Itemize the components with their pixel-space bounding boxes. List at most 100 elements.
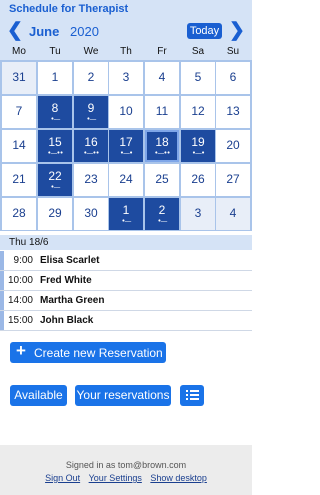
weekday-label: Fr (157, 46, 167, 57)
day-number: 11 (155, 104, 169, 118)
day-number: 24 (119, 172, 133, 186)
day-number: 17 (119, 135, 133, 149)
day-number: 1 (51, 70, 59, 84)
appointment-time: 10:00 (7, 275, 33, 286)
calendar-day[interactable]: 20 (216, 130, 250, 162)
calendar-day[interactable]: 13 (216, 96, 250, 128)
calendar-day[interactable]: 3 (181, 198, 215, 230)
calendar-day[interactable]: 7 (2, 96, 36, 128)
calendar-day[interactable]: 11 (145, 96, 179, 128)
day-number: 16 (84, 135, 98, 149)
available-button[interactable]: Available (10, 385, 67, 406)
booking-marker-icon: •—•• (83, 149, 99, 157)
your-reservations-button[interactable]: Your reservations (75, 385, 171, 406)
day-number: 7 (15, 104, 23, 118)
day-number: 14 (12, 138, 26, 152)
day-number: 6 (229, 70, 237, 84)
appointment-time: 9:00 (13, 255, 33, 266)
appointment-marker (0, 291, 4, 310)
calendar-day[interactable]: 31 (2, 62, 36, 94)
calendar-day[interactable]: 24 (109, 164, 143, 196)
day-number: 22 (48, 169, 62, 183)
next-month-icon[interactable]: ❯ (229, 20, 245, 42)
appointment-row[interactable]: 9:00 Elisa Scarlet (0, 251, 252, 271)
day-number: 26 (191, 172, 205, 186)
day-number: 27 (226, 172, 240, 186)
calendar-day[interactable]: 1 •— (109, 198, 143, 230)
weekday-label: Tu (49, 46, 61, 57)
booking-marker-icon: •—• (119, 149, 133, 157)
calendar-day[interactable]: 1 (38, 62, 72, 94)
day-number: 15 (48, 135, 62, 149)
booking-marker-icon: •—•• (47, 149, 63, 157)
weekday-label: Th (120, 46, 132, 57)
day-number: 25 (155, 172, 169, 186)
calendar-day[interactable]: 22 •— (38, 164, 72, 196)
signed-in-text: Signed in as tom@brown.com (65, 460, 187, 470)
footer: Signed in as tom@brown.com Sign Out Your… (0, 445, 252, 495)
calendar-day[interactable]: 30 (74, 198, 108, 230)
day-number: 5 (194, 70, 202, 84)
calendar-day[interactable]: 6 (216, 62, 250, 94)
day-number: 31 (12, 70, 26, 84)
day-number: 20 (226, 138, 240, 152)
weekday-label: Su (226, 46, 240, 57)
app-title: Schedule for Therapist (9, 3, 129, 15)
plus-icon: + (16, 341, 26, 360)
create-reservation-button[interactable]: + Create new Reservation (10, 341, 166, 363)
appointment-row[interactable]: 15:00 John Black (0, 311, 252, 331)
sign-out-link[interactable]: Sign Out (45, 473, 80, 483)
calendar-day[interactable]: 2 (74, 62, 108, 94)
list-view-button[interactable] (180, 385, 204, 406)
calendar-day[interactable]: 25 (145, 164, 179, 196)
calendar-day[interactable]: 5 (181, 62, 215, 94)
calendar-day[interactable]: 19 •—• (181, 130, 215, 162)
booking-marker-icon: •— (50, 183, 60, 191)
calendar-day[interactable]: 10 (109, 96, 143, 128)
show-desktop-link[interactable]: Show desktop (150, 473, 207, 483)
calendar-day[interactable]: 28 (2, 198, 36, 230)
calendar-day[interactable]: 18 •—•• (145, 130, 179, 162)
selected-day-label: Thu 18/6 (9, 237, 49, 248)
booking-marker-icon: •—•• (154, 149, 170, 157)
previous-month-icon[interactable]: ❮ (7, 20, 23, 42)
calendar-day[interactable]: 12 (181, 96, 215, 128)
booking-marker-icon: •— (157, 217, 167, 225)
calendar-day[interactable]: 8 •— (38, 96, 72, 128)
calendar-day[interactable]: 16 •—•• (74, 130, 108, 162)
calendar-day[interactable]: 2 •— (145, 198, 179, 230)
calendar-day[interactable]: 14 (2, 130, 36, 162)
appointment-marker (0, 311, 4, 330)
calendar-day[interactable]: 15 •—•• (38, 130, 72, 162)
booking-marker-icon: •—• (191, 149, 205, 157)
calendar-day[interactable]: 27 (216, 164, 250, 196)
day-number: 9 (87, 101, 95, 115)
day-number: 2 (158, 203, 166, 217)
list-icon (186, 390, 199, 401)
calendar-day[interactable]: 21 (2, 164, 36, 196)
appointment-row[interactable]: 10:00 Fred White (0, 271, 252, 291)
calendar-day[interactable]: 4 (216, 198, 250, 230)
weekday-label: Sa (191, 46, 205, 57)
appointment-marker (0, 251, 4, 270)
calendar-day[interactable]: 3 (109, 62, 143, 94)
month-label: June (29, 24, 60, 39)
day-number: 19 (191, 135, 205, 149)
day-number: 4 (229, 206, 237, 220)
weekday-label: Mo (12, 46, 26, 57)
calendar-day[interactable]: 26 (181, 164, 215, 196)
settings-link[interactable]: Your Settings (89, 473, 142, 483)
create-reservation-label: Create new Reservation (34, 346, 163, 360)
today-button[interactable]: Today (187, 23, 222, 39)
weekday-header: Mo Tu We Th Fr Sa Su (0, 44, 252, 60)
calendar-day[interactable]: 23 (74, 164, 108, 196)
calendar-day[interactable]: 29 (38, 198, 72, 230)
booking-marker-icon: •— (121, 217, 131, 225)
appointment-time: 14:00 (7, 295, 33, 306)
day-number: 3 (194, 206, 202, 220)
calendar-day[interactable]: 4 (145, 62, 179, 94)
appointment-row[interactable]: 14:00 Martha Green (0, 291, 252, 311)
calendar-day[interactable]: 17 •—• (109, 130, 143, 162)
calendar-day[interactable]: 9 •— (74, 96, 108, 128)
year-label: 2020 (70, 24, 99, 39)
